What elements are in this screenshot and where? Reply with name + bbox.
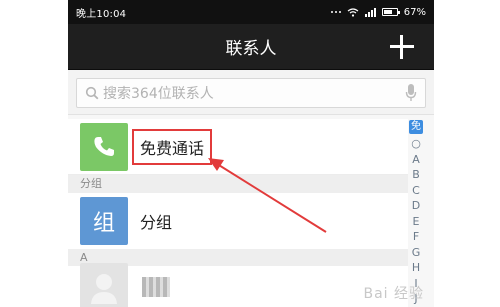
index-letter[interactable]: B <box>412 167 420 183</box>
wifi-icon <box>347 7 359 17</box>
microphone-icon[interactable] <box>405 83 417 103</box>
free-call-avatar <box>80 122 128 171</box>
index-letter[interactable]: E <box>413 214 420 230</box>
free-call-row[interactable]: 免费通话 <box>68 119 408 175</box>
index-letter[interactable]: C <box>412 183 420 199</box>
group-label: 分组 <box>140 213 173 232</box>
contact-name-blurred <box>142 276 170 297</box>
page-title: 联系人 <box>225 39 277 59</box>
signal-icon <box>364 7 376 17</box>
search-icon <box>85 86 99 100</box>
group-row[interactable]: 组 分组 <box>68 193 408 249</box>
group-avatar: 组 <box>80 197 128 245</box>
phone-icon <box>94 136 114 156</box>
section-header-group: 分组 <box>68 175 408 193</box>
alphabet-index[interactable]: 免 ○ A B C D E F G H I J <box>408 120 424 307</box>
battery-icon <box>381 8 400 16</box>
contact-avatar <box>80 262 128 307</box>
index-letter[interactable]: G <box>412 245 421 261</box>
battery-percent: 67% <box>403 6 426 18</box>
phone-screen: 晚上10:04 67% 联系人 搜索364位联系人 免费通话 分组 组 分组 A… <box>68 0 434 307</box>
more-dots-icon <box>330 11 341 13</box>
status-bar: 晚上10:04 67% <box>68 0 434 24</box>
person-icon <box>91 273 117 304</box>
contact-row[interactable] <box>68 262 408 307</box>
index-letter[interactable]: D <box>412 198 420 214</box>
watermark: Bai 经验 <box>363 286 424 302</box>
search-area: 搜索364位联系人 <box>68 70 434 115</box>
status-indicators: 67% <box>330 6 426 18</box>
index-letter[interactable]: A <box>412 152 420 168</box>
free-call-label: 免费通话 <box>132 128 213 165</box>
status-time: 晚上10:04 <box>76 8 127 20</box>
index-letter[interactable]: F <box>413 229 419 245</box>
index-letter[interactable]: ○ <box>411 136 421 152</box>
search-placeholder: 搜索364位联系人 <box>103 86 214 102</box>
index-letter[interactable]: H <box>412 260 420 276</box>
left-margin <box>0 0 68 307</box>
index-free-call[interactable]: 免 <box>409 120 423 134</box>
add-contact-button[interactable] <box>390 35 414 59</box>
right-margin <box>434 0 500 307</box>
title-bar: 联系人 <box>68 24 434 70</box>
search-input[interactable]: 搜索364位联系人 <box>76 78 426 108</box>
